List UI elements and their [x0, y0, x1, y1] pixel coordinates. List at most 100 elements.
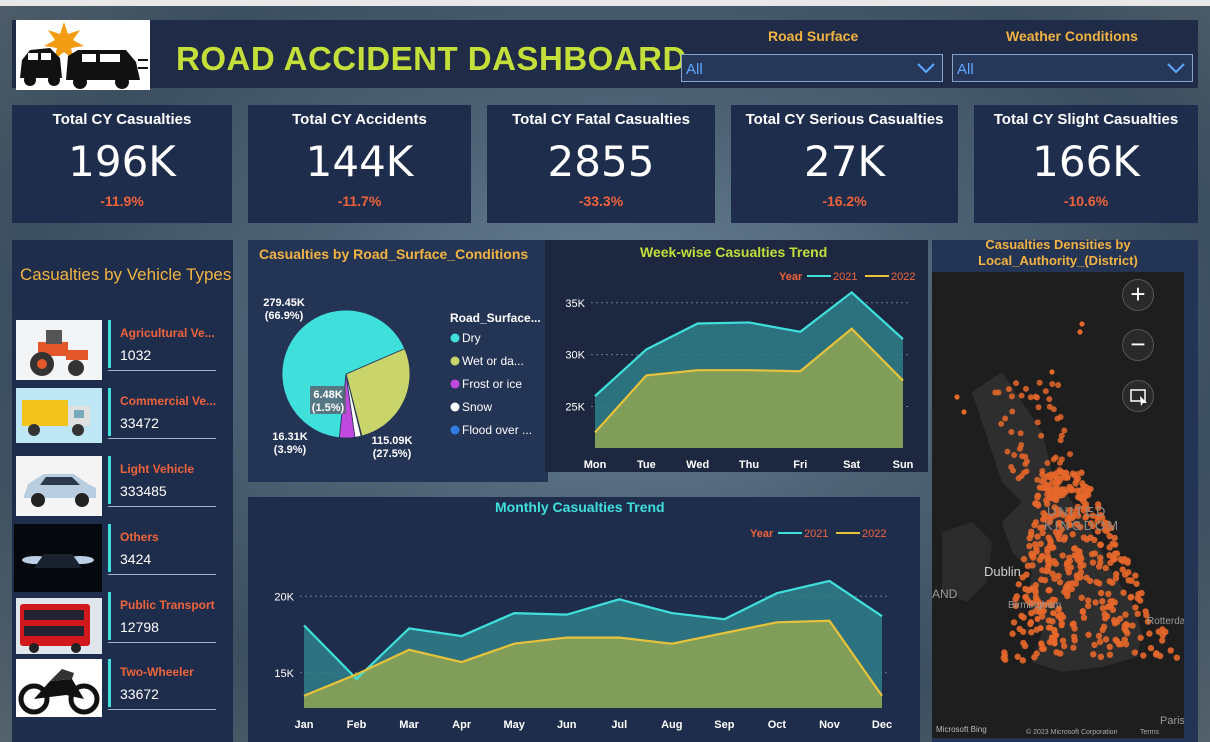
- density-dot: [1155, 628, 1162, 635]
- vehicle-row-agricultural[interactable]: Agricultural Ve... 1032: [16, 320, 216, 380]
- select-area-icon[interactable]: [1122, 380, 1154, 412]
- density-dot: [1125, 569, 1132, 576]
- x-tick-label: Sat: [843, 459, 860, 470]
- weather-conditions-dropdown[interactable]: All: [952, 54, 1193, 82]
- kpi-label: Total CY Fatal Casualties: [512, 111, 690, 128]
- x-tick-label: Tue: [637, 459, 656, 470]
- vehicle-divider: [108, 438, 216, 439]
- vehicle-row-public-transport[interactable]: Public Transport 12798: [16, 592, 216, 654]
- density-dot: [1034, 419, 1041, 426]
- density-dot: [1027, 620, 1034, 628]
- kpi-slight-casualties: Total CY Slight Casualties 166K -10.6%: [974, 105, 1198, 223]
- kpi-value: 27K: [804, 137, 885, 186]
- density-dot: [1116, 615, 1124, 622]
- density-dot: [1083, 536, 1091, 543]
- pie-data-pct: (27.5%): [373, 448, 412, 460]
- pie-data-label: 279.45K: [263, 297, 305, 309]
- x-tick-label: Oct: [768, 719, 787, 731]
- vehicle-value: 33672: [120, 686, 159, 702]
- density-dot: [1039, 467, 1046, 474]
- density-dot: [1112, 574, 1120, 582]
- vehicle-row-two-wheeler[interactable]: Two-Wheeler 33672: [16, 659, 216, 719]
- vehicle-value: 3424: [120, 551, 152, 567]
- pie-data-pct: (1.5%): [312, 402, 345, 414]
- density-dot: [1028, 550, 1035, 557]
- density-dot: [1173, 654, 1181, 661]
- density-dot: [1084, 597, 1092, 604]
- x-tick-label: Mon: [584, 459, 607, 470]
- density-dot: [1079, 321, 1085, 327]
- density-dot: [1015, 475, 1022, 482]
- density-dot: [1026, 534, 1033, 542]
- vehicle-row-light-vehicle[interactable]: Light Vehicle 333485: [16, 456, 216, 516]
- density-dot: [1059, 552, 1066, 559]
- density-dot: [1050, 558, 1058, 565]
- density-dot: [1029, 562, 1036, 569]
- density-dot: [1106, 651, 1114, 658]
- legend-title: Year: [750, 528, 774, 540]
- monthly-chart-title: Monthly Casualties Trend: [495, 499, 665, 515]
- density-dot: [1085, 631, 1092, 638]
- week-area-chart: 25K 30K 35K Mon Tue Wed Thu Fri Sat Sun Year 2021 20…: [565, 271, 915, 470]
- density-dot: [1140, 652, 1147, 659]
- y-tick-label: 35K: [565, 298, 585, 310]
- density-dot: [1014, 653, 1021, 660]
- vehicle-row-others[interactable]: Others 3424: [14, 524, 216, 592]
- kpi-change: -10.6%: [1063, 193, 1109, 209]
- density-dot: [1077, 329, 1083, 335]
- density-dot: [1057, 437, 1064, 444]
- motorcycle-icon: [16, 659, 102, 717]
- density-dot: [1020, 614, 1027, 621]
- density-dot: [1097, 653, 1105, 661]
- pie-legend-entry: Dry: [462, 331, 481, 345]
- density-dot: [1049, 380, 1056, 387]
- density-dot: [1102, 564, 1109, 572]
- x-tick-label: Jun: [557, 719, 577, 731]
- vehicle-value: 12798: [120, 619, 159, 635]
- legend-entry: 2021: [833, 271, 857, 283]
- x-tick-label: Thu: [739, 459, 759, 470]
- density-dot: [1080, 614, 1088, 621]
- density-dot: [1044, 459, 1051, 466]
- vehicle-row-commercial[interactable]: Commercial Ve... 33472: [16, 388, 216, 448]
- density-dot: [1057, 615, 1064, 622]
- pie-legend-marker: [450, 425, 460, 435]
- map-label: Birmingham: [1008, 600, 1061, 611]
- road-surface-dropdown[interactable]: All: [681, 54, 943, 82]
- pie-data-pct: (3.9%): [274, 444, 307, 456]
- tractor-icon: [16, 320, 102, 380]
- density-dot: [1039, 645, 1046, 652]
- density-dot: [1015, 581, 1022, 588]
- density-dot: [1037, 540, 1044, 548]
- density-dot: [1101, 615, 1109, 622]
- vehicle-label: Commercial Ve...: [120, 394, 217, 408]
- density-dot: [1060, 536, 1068, 543]
- density-dot: [1032, 500, 1039, 507]
- pie-chart-title: Casualties by Road_Surface_Conditions: [259, 246, 529, 262]
- map-label: Rotterdam: [1147, 616, 1184, 627]
- x-tick-label: Sun: [893, 459, 914, 470]
- density-dot: [1033, 394, 1040, 401]
- density-dot: [1099, 626, 1106, 634]
- density-dot: [1076, 558, 1084, 565]
- zoom-out-icon[interactable]: −: [1122, 329, 1154, 361]
- zoom-in-icon[interactable]: +: [1122, 279, 1154, 311]
- density-dot: [1035, 404, 1042, 411]
- vehicle-label: Two-Wheeler: [120, 665, 194, 679]
- pie-legend-title: Road_Surface...: [450, 311, 541, 325]
- map-terms[interactable]: Terms: [1140, 729, 1160, 736]
- kpi-total-casualties: Total CY Casualties 196K -11.9%: [12, 105, 232, 223]
- chevron-down-icon: [917, 63, 935, 74]
- density-dot: [1092, 599, 1099, 606]
- density-dot: [1067, 451, 1074, 458]
- headlights-icon: [14, 524, 102, 592]
- density-dot: [1037, 576, 1045, 583]
- density-dot: [1122, 611, 1129, 618]
- density-dot: [1034, 533, 1041, 540]
- density-dot: [1153, 650, 1160, 657]
- density-dot: [1053, 649, 1060, 656]
- pie-legend-entry: Wet or da...: [462, 354, 524, 368]
- density-dot: [1042, 388, 1049, 395]
- density-dot: [1009, 630, 1016, 637]
- x-tick-label: Nov: [819, 719, 841, 731]
